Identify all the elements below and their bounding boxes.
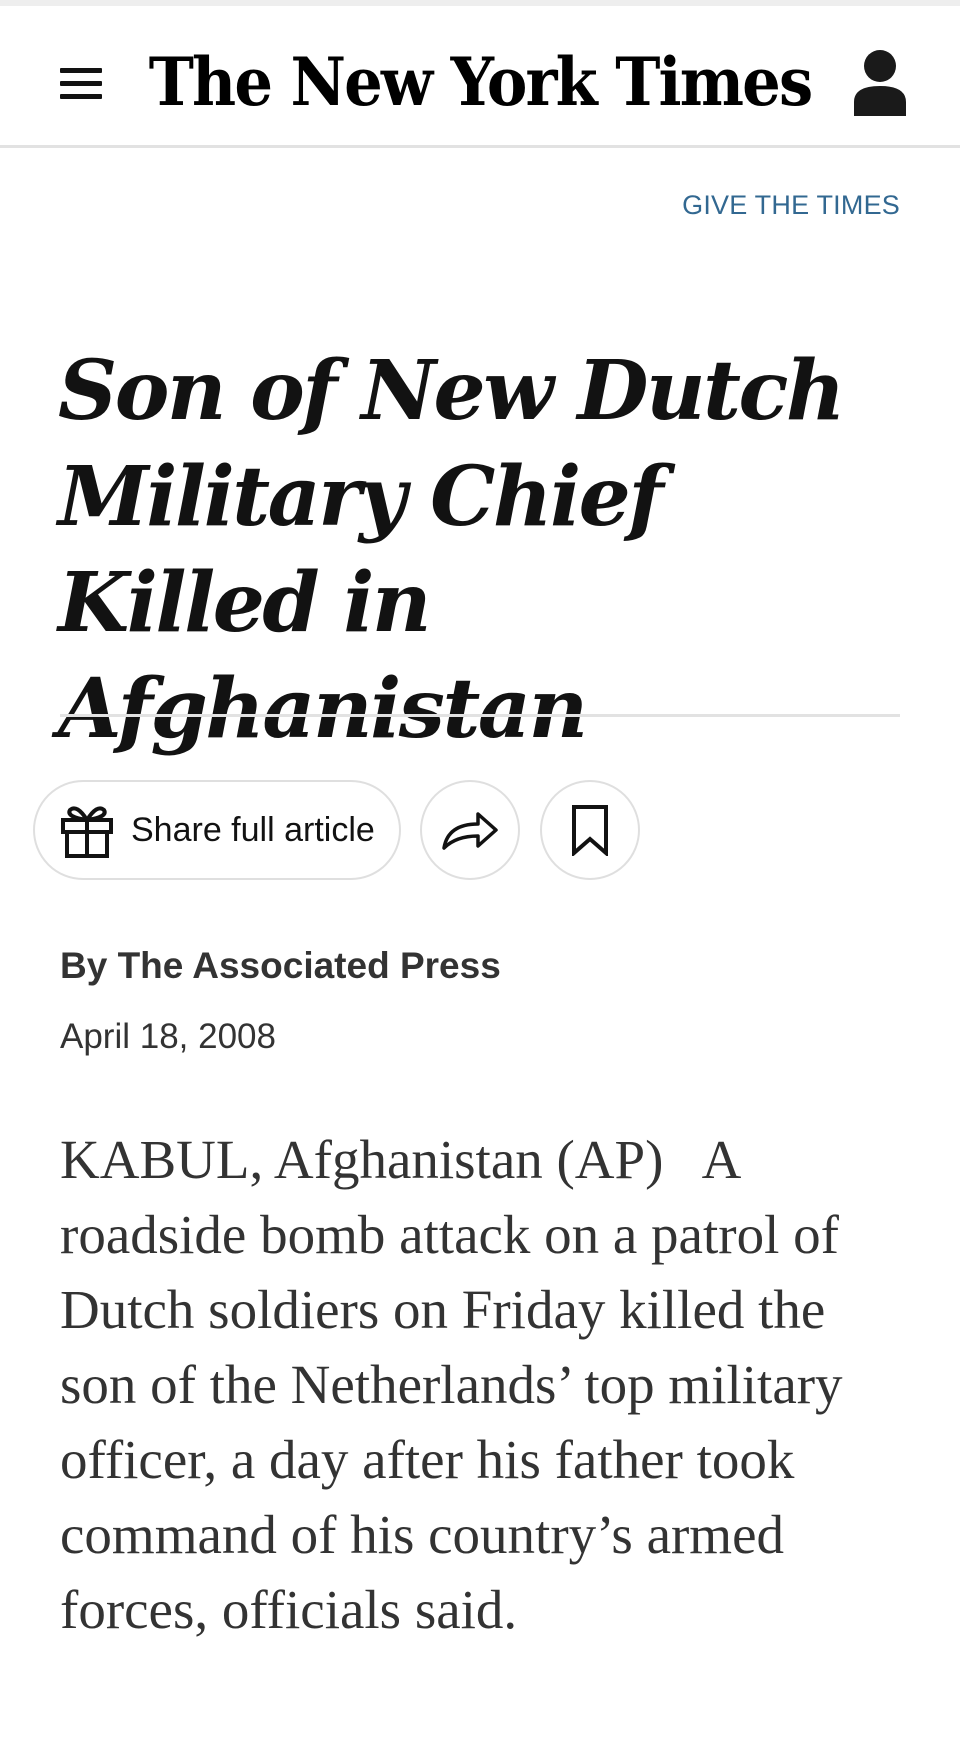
- share-full-article-label: Share full article: [131, 810, 375, 849]
- give-the-times-link[interactable]: GIVE THE TIMES: [682, 190, 900, 221]
- person-icon: [854, 50, 906, 116]
- article-headline: Son of New Dutch Military Chief Killed i…: [58, 343, 846, 757]
- bookmark-icon: [572, 805, 608, 856]
- share-full-article-button[interactable]: Share full article: [33, 780, 401, 880]
- menu-button[interactable]: [50, 58, 112, 108]
- divider: [60, 714, 900, 717]
- share-arrow-icon: [442, 812, 498, 850]
- hamburger-menu-icon: [60, 94, 102, 99]
- hamburger-menu-icon: [60, 81, 102, 86]
- bookmark-button[interactable]: [540, 780, 640, 880]
- share-button[interactable]: [420, 780, 520, 880]
- article-date: April 18, 2008: [60, 1017, 276, 1056]
- site-header: The New York Times: [0, 6, 960, 148]
- gift-icon: [61, 806, 113, 858]
- hamburger-menu-icon: [60, 68, 102, 73]
- article-body: KABUL, Afghanistan (AP) A roadside bomb …: [60, 1129, 857, 1640]
- account-button[interactable]: [848, 46, 912, 122]
- masthead-logo[interactable]: The New York Times: [149, 42, 813, 122]
- article-byline: By The Associated Press: [60, 945, 501, 986]
